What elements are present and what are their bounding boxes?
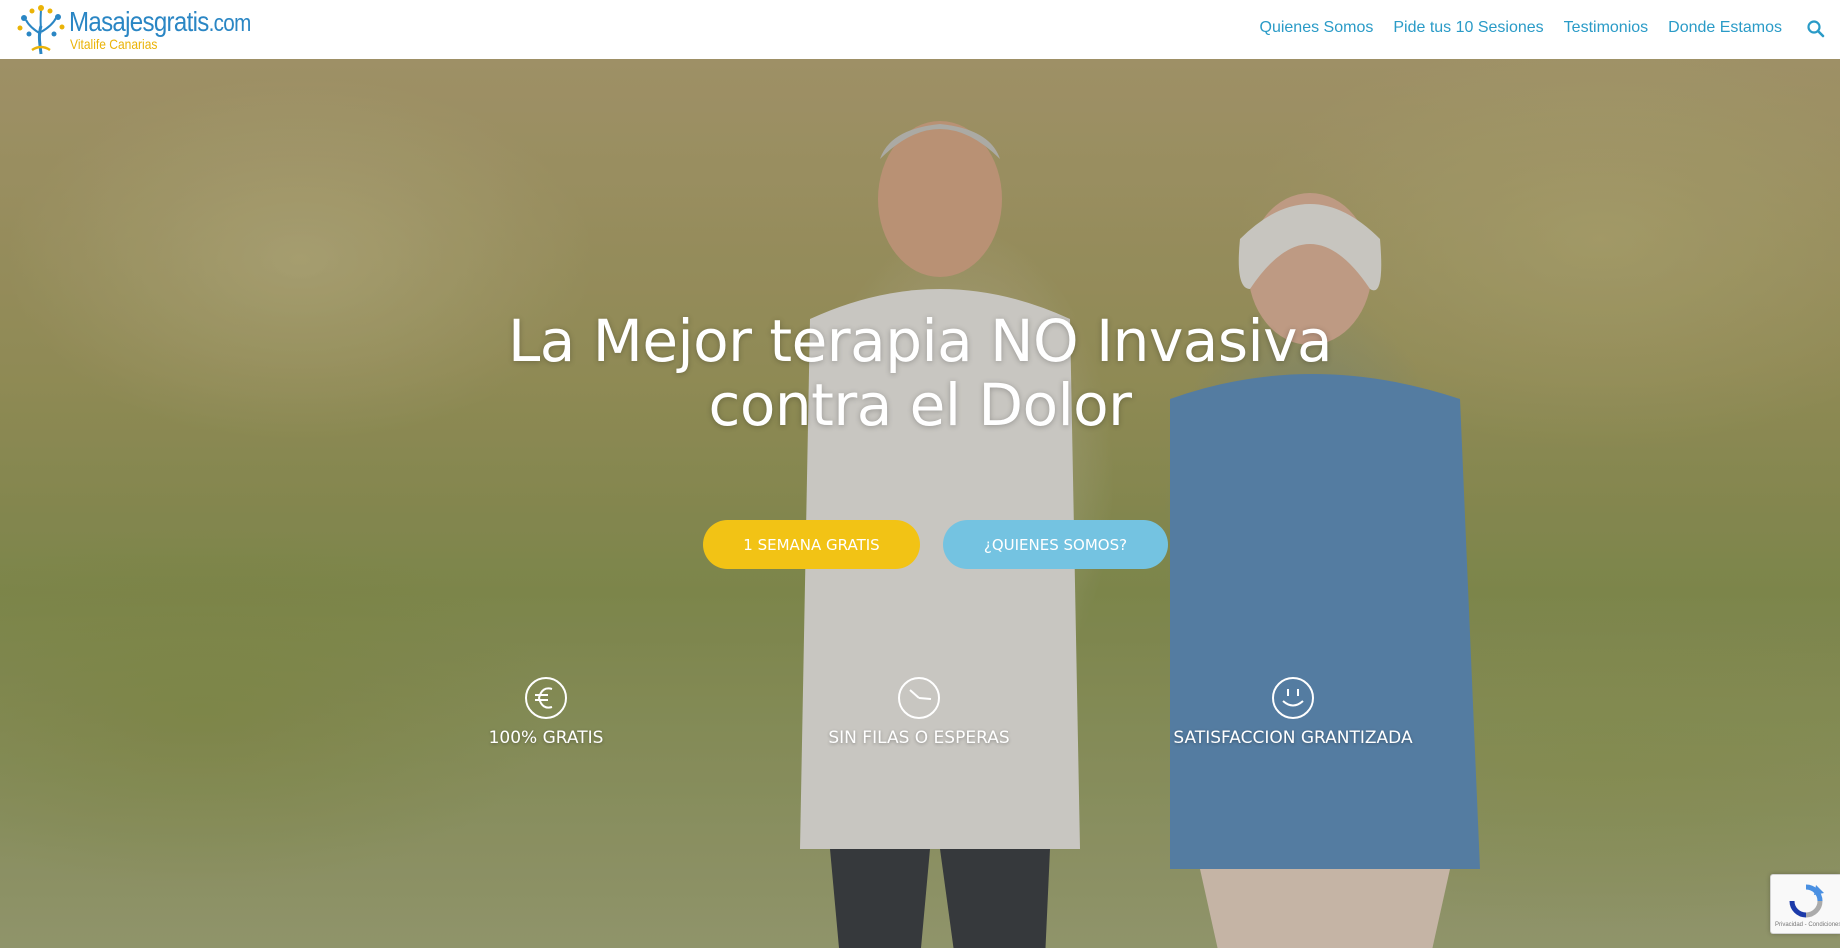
hero-title-line-2: contra el Dolor — [708, 371, 1132, 439]
site-header: Masajesgratis.com Vitalife Canarias Quie… — [0, 0, 1840, 59]
nav-testimonios[interactable]: Testimonios — [1564, 19, 1648, 37]
logo-brand-domain: .com — [208, 10, 252, 37]
recaptcha-footer-text[interactable]: Privacidad - Condiciones — [1775, 922, 1840, 928]
hero-title-line-1: La Mejor terapia NO Invasiva — [507, 307, 1333, 375]
main-nav: Quienes Somos Pide tus 10 Sesiones Testi… — [1260, 19, 1783, 37]
logo-tree-icon — [17, 5, 65, 55]
logo-subtitle: Vitalife Canarias — [70, 36, 158, 52]
recaptcha-icon — [1789, 884, 1824, 918]
feature-satisfaction-label: SATISFACCION GRANTIZADA — [1173, 728, 1413, 748]
smiley-icon — [1272, 677, 1314, 719]
hero-section: La Mejor terapia NO Invasiva contra el D… — [0, 59, 1840, 948]
logo-brand-text: Masajesgratis.com — [69, 6, 251, 38]
feature-free-label: 100% GRATIS — [488, 728, 604, 748]
nav-pide-sesiones[interactable]: Pide tus 10 Sesiones — [1393, 19, 1543, 37]
site-logo[interactable]: Masajesgratis.com Vitalife Canarias — [14, 4, 264, 55]
nav-donde-estamos[interactable]: Donde Estamos — [1668, 19, 1782, 37]
feature-free: 100% GRATIS — [366, 676, 726, 748]
feature-satisfaction: SATISFACCION GRANTIZADA — [1113, 676, 1473, 748]
nav-quienes-somos[interactable]: Quienes Somos — [1260, 19, 1374, 37]
euro-icon — [525, 677, 567, 719]
free-week-button[interactable]: 1 SEMANA GRATIS — [703, 520, 920, 569]
clock-icon — [898, 677, 940, 719]
search-icon[interactable] — [1806, 19, 1826, 39]
feature-no-waiting: SIN FILAS O ESPERAS — [739, 676, 1099, 748]
feature-no-waiting-label: SIN FILAS O ESPERAS — [828, 728, 1010, 748]
hero-title: La Mejor terapia NO Invasiva contra el D… — [370, 309, 1470, 437]
hero-overlay — [0, 59, 1840, 948]
logo-brand-main: Masajesgratis — [69, 6, 209, 37]
about-us-button[interactable]: ¿QUIENES SOMOS? — [943, 520, 1168, 569]
recaptcha-badge[interactable]: Privacidad - Condiciones — [1770, 874, 1840, 934]
